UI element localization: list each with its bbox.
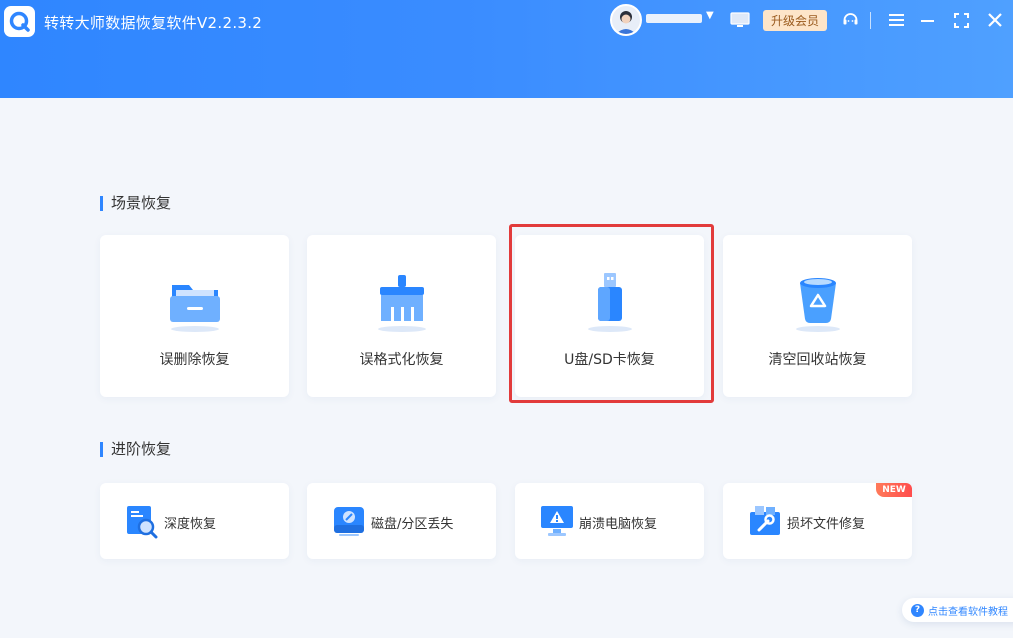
crashed-pc-icon (541, 506, 573, 536)
question-icon: ? (911, 603, 924, 617)
title-bar: 转转大师数据恢复软件V2.2.3.2 ▼ 升级会员 (0, 0, 1013, 98)
app-title: 转转大师数据恢复软件V2.2.3.2 (44, 14, 263, 32)
customer-service-icon[interactable] (842, 11, 859, 28)
file-repair-icon (750, 506, 780, 535)
chevron-down-icon[interactable]: ▼ (706, 10, 714, 21)
new-badge: NEW (876, 483, 912, 497)
monitor-icon[interactable] (730, 12, 750, 28)
minimize-icon[interactable] (921, 20, 934, 23)
advanced-section-title: 进阶恢复 (100, 442, 171, 457)
scene-card-label: 误删除恢复 (159, 352, 230, 368)
scene-card-label: 清空回收站恢复 (768, 352, 867, 368)
advanced-card-label: 崩溃电脑恢复 (579, 517, 658, 532)
scene-card-formatted[interactable]: 误格式化恢复 (307, 235, 496, 397)
advanced-card-crashed-pc[interactable]: 崩溃电脑恢复 (515, 483, 704, 559)
broom-icon (377, 275, 426, 332)
scene-card-label: 误格式化恢复 (359, 352, 444, 368)
advanced-card-label: 深度恢复 (164, 517, 217, 532)
menu-icon[interactable] (889, 13, 904, 27)
scene-card-recycle-bin[interactable]: 清空回收站恢复 (723, 235, 912, 397)
recycle-bin-icon (795, 278, 840, 332)
deep-scan-icon (127, 506, 158, 539)
advanced-card-label: 损坏文件修复 (787, 517, 866, 532)
toolbar-divider (870, 12, 871, 29)
tutorial-link[interactable]: ? 点击查看软件教程 (902, 598, 1013, 622)
advanced-card-disk[interactable]: 磁盘/分区丢失 (307, 483, 496, 559)
maximize-icon[interactable] (954, 13, 969, 28)
username-field[interactable] (646, 14, 702, 23)
advanced-card-file-repair[interactable]: NEW 损坏文件修复 (723, 483, 912, 559)
folder-icon (169, 285, 220, 332)
selected-card-highlight (509, 224, 714, 403)
scene-section-title: 场景恢复 (100, 196, 171, 211)
tutorial-link-label: 点击查看软件教程 (928, 606, 1008, 618)
upgrade-vip-button[interactable]: 升级会员 (763, 10, 827, 31)
app-logo-icon (4, 6, 35, 37)
scene-card-deleted[interactable]: 误删除恢复 (100, 235, 289, 397)
avatar[interactable] (610, 4, 642, 36)
close-icon[interactable] (988, 13, 1002, 27)
advanced-card-label: 磁盘/分区丢失 (371, 517, 454, 532)
disk-icon (334, 507, 364, 536)
advanced-card-deep[interactable]: 深度恢复 (100, 483, 289, 559)
